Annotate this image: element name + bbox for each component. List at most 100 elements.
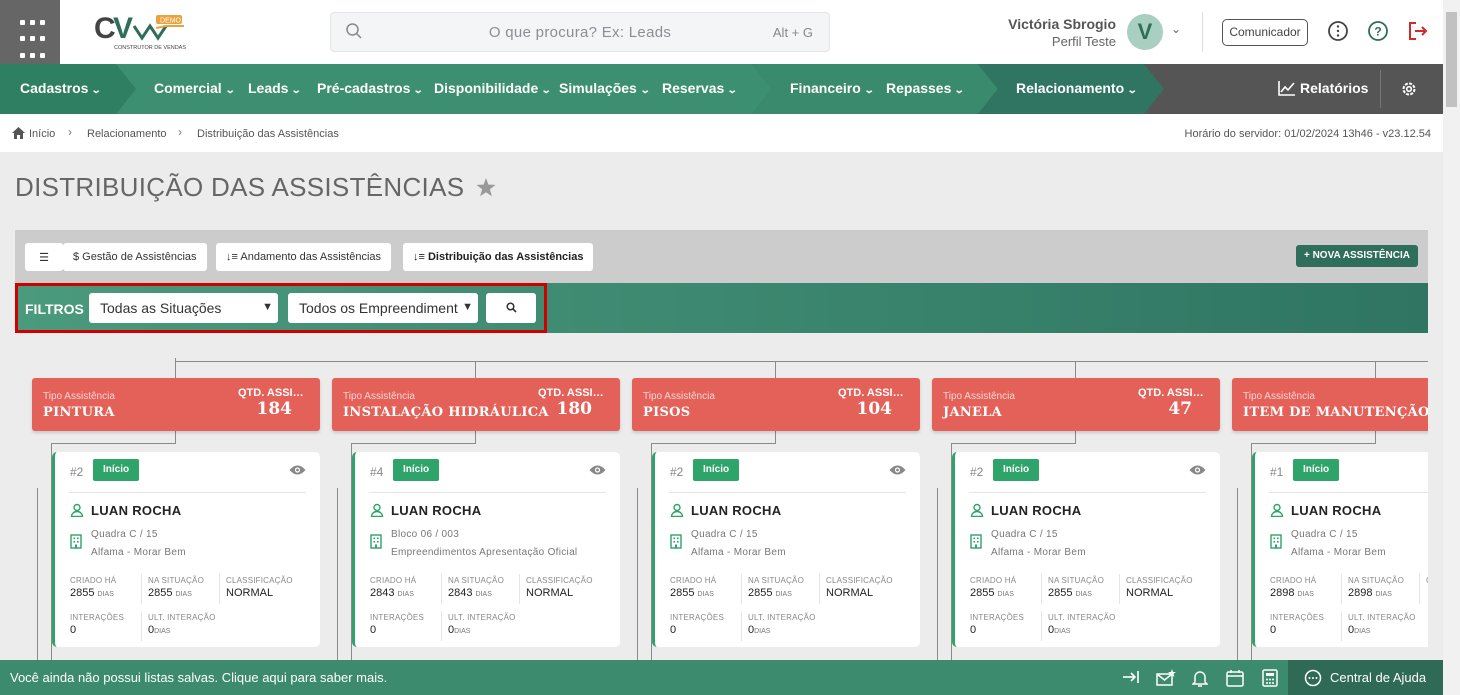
group-type: INSTALAÇÃO HIDRÁULICA — [343, 405, 549, 420]
bell-icon[interactable] — [1192, 669, 1208, 687]
dias-unit: DIAS — [775, 591, 792, 598]
empreendimento-select[interactable]: Todos os Empreendiment ▼ — [288, 293, 478, 323]
group-header[interactable]: Tipo AssistênciaITEM DE MANUTENÇÃOQTD. A… — [1232, 378, 1428, 431]
search-icon — [506, 302, 517, 313]
user-info[interactable]: Victória Sbrogio Perfil Teste — [1008, 16, 1116, 49]
assistance-card[interactable]: #2 Início LUAN ROCHA Quadra C / 15 Alfama - … — [652, 452, 920, 647]
gear-icon[interactable] — [1400, 80, 1418, 98]
situacao-select[interactable]: Todas as Situações ▼ — [89, 293, 278, 323]
comunicador-button[interactable]: Comunicador — [1222, 19, 1308, 46]
unit: Quadra C / 15 — [991, 529, 1058, 540]
scrollbar-thumb[interactable] — [1446, 12, 1457, 107]
app-grid-icon[interactable] — [0, 0, 60, 64]
menu-toggle-button[interactable]: ☰ — [25, 243, 63, 271]
tree-connector — [175, 358, 176, 378]
chat-icon — [1304, 669, 1322, 687]
chevron-down-icon[interactable]: ⌄ — [1171, 22, 1181, 36]
nav-cadastros[interactable]: Cadastros ⌄ — [20, 80, 103, 96]
eye-icon[interactable] — [1189, 463, 1206, 481]
saved-lists-message[interactable]: Você ainda não possui listas salvas. Cli… — [10, 670, 387, 685]
nav-comercial[interactable]: Comercial ⌄ — [154, 80, 235, 96]
situacao-value: 2855 DIAS — [148, 587, 192, 599]
assistance-card[interactable]: #4 Início LUAN ROCHA Bloco 06 / 003 Empreend… — [352, 452, 620, 647]
dias-unit: DIAS — [175, 591, 192, 598]
chevron-right-icon: › — [178, 125, 182, 139]
project: Alfama - Morar Bem — [691, 547, 786, 558]
chevron-down-icon: ⌄ — [91, 85, 103, 96]
tab-gestao-assistencias[interactable]: $ Gestão de Assistências — [63, 243, 207, 271]
building-icon — [1270, 534, 1282, 554]
home-icon[interactable] — [12, 127, 25, 139]
classificacao-label: CLASSIFICAÇÃO — [826, 576, 893, 585]
ult-interacao-value: 0DIAS — [1348, 624, 1370, 636]
filters-bar: FILTROS Todas as Situações ▼ Todos os Emp… — [15, 283, 1428, 333]
search-bar[interactable]: O que procura? Ex: Leads Alt + G — [330, 12, 830, 52]
criado-value: 2898 DIAS — [1270, 587, 1314, 599]
assistance-card[interactable]: #2 Início LUAN ROCHA Quadra C / 15 Alfama - … — [52, 452, 320, 647]
filter-search-button[interactable] — [486, 293, 536, 323]
assistance-card[interactable]: #2 Início LUAN ROCHA Quadra C / 15 Alfama - … — [952, 452, 1220, 647]
nav-relacionamento[interactable]: Relacionamento ⌄ — [1016, 80, 1138, 96]
unit: Quadra C / 15 — [691, 529, 758, 540]
group-type-label: Tipo Assistência — [643, 391, 715, 402]
mail-star-icon[interactable] — [1156, 669, 1176, 687]
nav-leads[interactable]: Leads ⌄ — [248, 80, 302, 96]
server-time: Horário do servidor: 01/02/2024 13h46 - … — [1184, 128, 1431, 140]
svg-text:DEMO: DEMO — [160, 18, 182, 25]
tab-andamento-assistencias[interactable]: ↓≡ Andamento das Assistências — [216, 243, 392, 271]
eye-icon[interactable] — [289, 463, 306, 481]
star-icon[interactable] — [476, 178, 496, 197]
criado-days: 2855 — [970, 587, 995, 599]
situacao-label: NA SITUAÇÃO — [1048, 576, 1104, 585]
avatar[interactable]: V — [1127, 14, 1163, 50]
eye-icon[interactable] — [889, 463, 906, 481]
calendar-icon[interactable] — [1226, 669, 1244, 687]
divider — [669, 492, 906, 493]
group-header[interactable]: Tipo Assistência INSTALAÇÃO HIDRÁULICA QTD… — [332, 378, 620, 431]
tab-distribuicao-assistencias[interactable]: ↓≡ Distribuição das Assistências — [403, 243, 594, 271]
nav-simulacoes[interactable]: Simulações ⌄ — [559, 80, 650, 96]
interacoes-label: INTERAÇÕES — [370, 613, 425, 622]
help-icon[interactable]: ? — [1367, 20, 1389, 42]
dias-unit: DIAS — [454, 628, 471, 635]
user-icon — [1270, 503, 1284, 522]
card-number: #2 — [970, 465, 984, 479]
card-number: #1 — [1270, 465, 1284, 479]
group-qty: 47 — [1168, 399, 1192, 419]
arrow-to-right-icon[interactable] — [1122, 669, 1140, 685]
info-icon[interactable] — [1327, 20, 1349, 42]
nav-relatorios[interactable]: Relatórios — [1278, 80, 1368, 96]
breadcrumb-home[interactable]: Início — [29, 128, 55, 140]
interacoes-value: 0 — [970, 624, 977, 636]
assistance-card[interactable]: #1 Início LUAN ROCHA Quadra C / 15 Alfama - … — [1252, 452, 1428, 647]
tree-connector — [475, 361, 476, 378]
ult-interacao-value: 0DIAS — [148, 624, 170, 636]
group-header[interactable]: Tipo Assistência JANELA QTD. ASSISTÊNCIAS4… — [932, 378, 1220, 431]
user-name: Victória Sbrogio — [1008, 16, 1116, 32]
nav-label: Cadastros — [20, 80, 89, 96]
nav-financeiro[interactable]: Financeiro ⌄ — [790, 80, 874, 96]
eye-icon[interactable] — [589, 463, 606, 481]
nav-reservas[interactable]: Reservas ⌄ — [662, 80, 738, 96]
nav-label: Relacionamento — [1016, 80, 1125, 96]
svg-text:CONSTRUTOR DE VENDAS: CONSTRUTOR DE VENDAS — [114, 45, 186, 51]
group-header[interactable]: Tipo Assistência PISOS QTD. ASSISTÊNCIAS10… — [632, 378, 920, 431]
dias-unit: DIAS — [475, 591, 492, 598]
calculator-icon[interactable] — [1262, 669, 1278, 687]
group-header[interactable]: Tipo Assistência PINTURA QTD. ASSISTÊNCIAS… — [32, 378, 320, 431]
card-number: #2 — [70, 465, 84, 479]
user-icon — [70, 503, 84, 522]
user-icon — [370, 503, 384, 522]
divider — [219, 574, 220, 604]
nav-disponibilidade[interactable]: Disponibilidade ⌄ — [434, 80, 552, 96]
group-type-label: Tipo Assistência — [943, 391, 1015, 402]
logout-icon[interactable] — [1407, 20, 1429, 42]
nova-assistencia-button[interactable]: + NOVA ASSISTÊNCIA — [1295, 245, 1418, 267]
cv-logo[interactable]: C V DEMO CONSTRUTOR DE VENDAS — [94, 12, 186, 54]
nav-repasses[interactable]: Repasses ⌄ — [886, 80, 965, 96]
nav-pre-cadastros[interactable]: Pré-cadastros ⌄ — [317, 80, 424, 96]
nav-label: Leads — [248, 80, 289, 96]
central-ajuda-button[interactable]: Central de Ajuda — [1288, 660, 1443, 695]
breadcrumb-relacionamento[interactable]: Relacionamento — [87, 128, 167, 140]
criado-days: 2855 — [70, 587, 95, 599]
